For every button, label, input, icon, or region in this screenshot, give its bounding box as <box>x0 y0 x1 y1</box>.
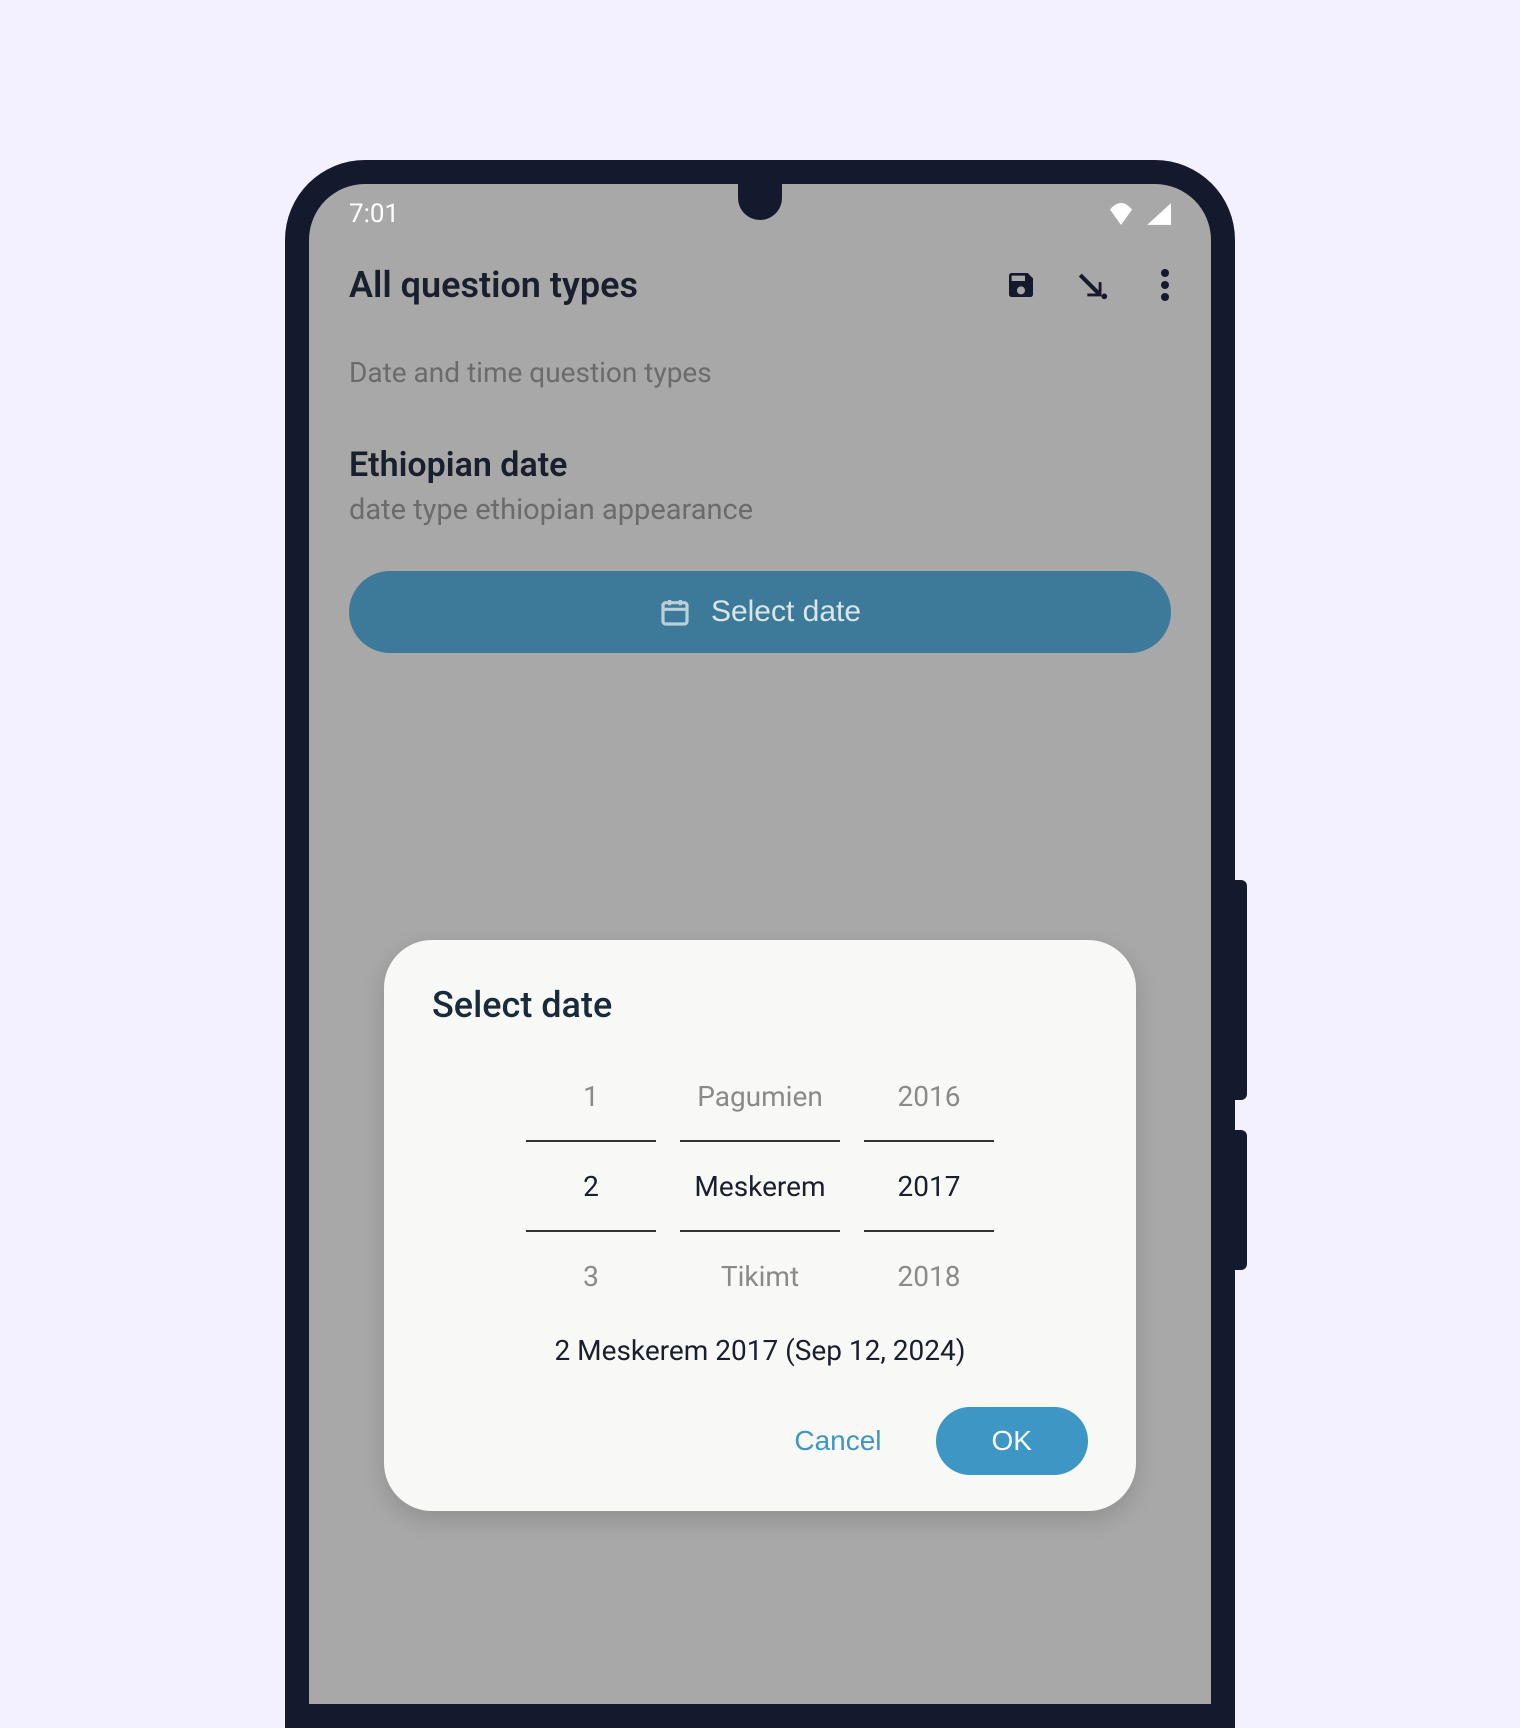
power-button <box>1235 1130 1247 1270</box>
phone-frame: 7:01 All question types <box>285 160 1235 1728</box>
content-area: Date and time question types Ethiopian d… <box>309 326 1211 683</box>
wifi-icon <box>1107 203 1135 225</box>
day-picker[interactable]: 1 2 3 <box>526 1070 656 1302</box>
date-picker-dialog: Select date 1 2 3 Pagumien Meskerem Tiki… <box>384 940 1136 1511</box>
month-picker[interactable]: Pagumien Meskerem Tikimt <box>680 1070 840 1302</box>
month-current[interactable]: Meskerem <box>680 1140 840 1232</box>
ok-button[interactable]: OK <box>936 1407 1088 1475</box>
select-date-label: Select date <box>711 595 861 629</box>
phone-notch <box>738 176 782 220</box>
year-next[interactable]: 2018 <box>898 1250 961 1302</box>
calendar-icon <box>659 596 691 628</box>
question-hint: date type ethiopian appearance <box>349 493 1171 527</box>
phone-screen: 7:01 All question types <box>309 184 1211 1704</box>
year-prev[interactable]: 2016 <box>898 1070 961 1122</box>
question-title: Ethiopian date <box>349 445 1171 485</box>
month-prev[interactable]: Pagumien <box>697 1070 823 1122</box>
year-current[interactable]: 2017 <box>864 1140 994 1232</box>
status-icons <box>1107 203 1171 225</box>
more-options-icon[interactable] <box>1147 267 1183 303</box>
navigate-icon[interactable] <box>1075 267 1111 303</box>
day-next[interactable]: 3 <box>583 1250 599 1302</box>
select-date-button[interactable]: Select date <box>349 571 1171 653</box>
page-title: All question types <box>349 264 638 306</box>
volume-button <box>1235 880 1247 1100</box>
signal-icon <box>1145 203 1171 225</box>
cancel-button[interactable]: Cancel <box>770 1409 905 1473</box>
day-prev[interactable]: 1 <box>583 1070 599 1122</box>
dialog-title: Select date <box>432 984 1088 1026</box>
selected-date-display: 2 Meskerem 2017 (Sep 12, 2024) <box>432 1334 1088 1367</box>
app-bar-actions <box>1003 267 1183 303</box>
app-bar: All question types <box>309 244 1211 326</box>
status-time: 7:01 <box>349 199 399 229</box>
month-next[interactable]: Tikimt <box>721 1250 799 1302</box>
year-picker[interactable]: 2016 2017 2018 <box>864 1070 994 1302</box>
date-picker-wheels: 1 2 3 Pagumien Meskerem Tikimt 2016 2017… <box>432 1070 1088 1302</box>
section-header: Date and time question types <box>349 356 1171 389</box>
save-icon[interactable] <box>1003 267 1039 303</box>
day-current[interactable]: 2 <box>526 1140 656 1232</box>
dialog-actions: Cancel OK <box>432 1407 1088 1475</box>
